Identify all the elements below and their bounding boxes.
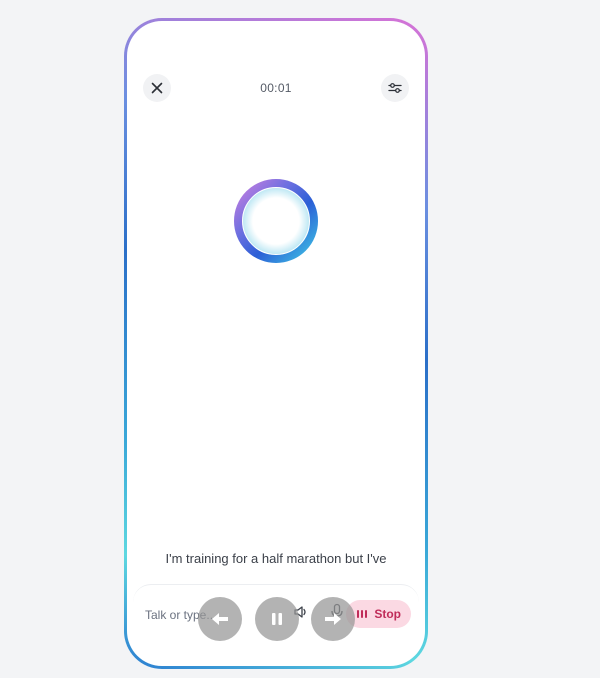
live-transcript: I'm training for a half marathon but I'v… [165,551,387,566]
top-bar: 00:01 [127,73,425,103]
back-button[interactable] [198,597,242,641]
forward-button[interactable] [311,597,355,641]
pause-icon [272,613,282,625]
stop-label: Stop [374,607,401,621]
voice-chat-screen: 00:01 I'm training for a half marathon b… [127,21,425,666]
pause-button[interactable] [255,597,299,641]
sliders-icon [388,83,402,93]
arrow-right-icon [325,613,341,625]
audio-bars-icon [357,610,368,618]
stop-button[interactable]: Stop [346,600,411,628]
arrow-left-icon [212,613,228,625]
settings-button[interactable] [381,74,409,102]
voice-orb [231,176,321,266]
phone-frame: 00:01 I'm training for a half marathon b… [124,18,428,669]
